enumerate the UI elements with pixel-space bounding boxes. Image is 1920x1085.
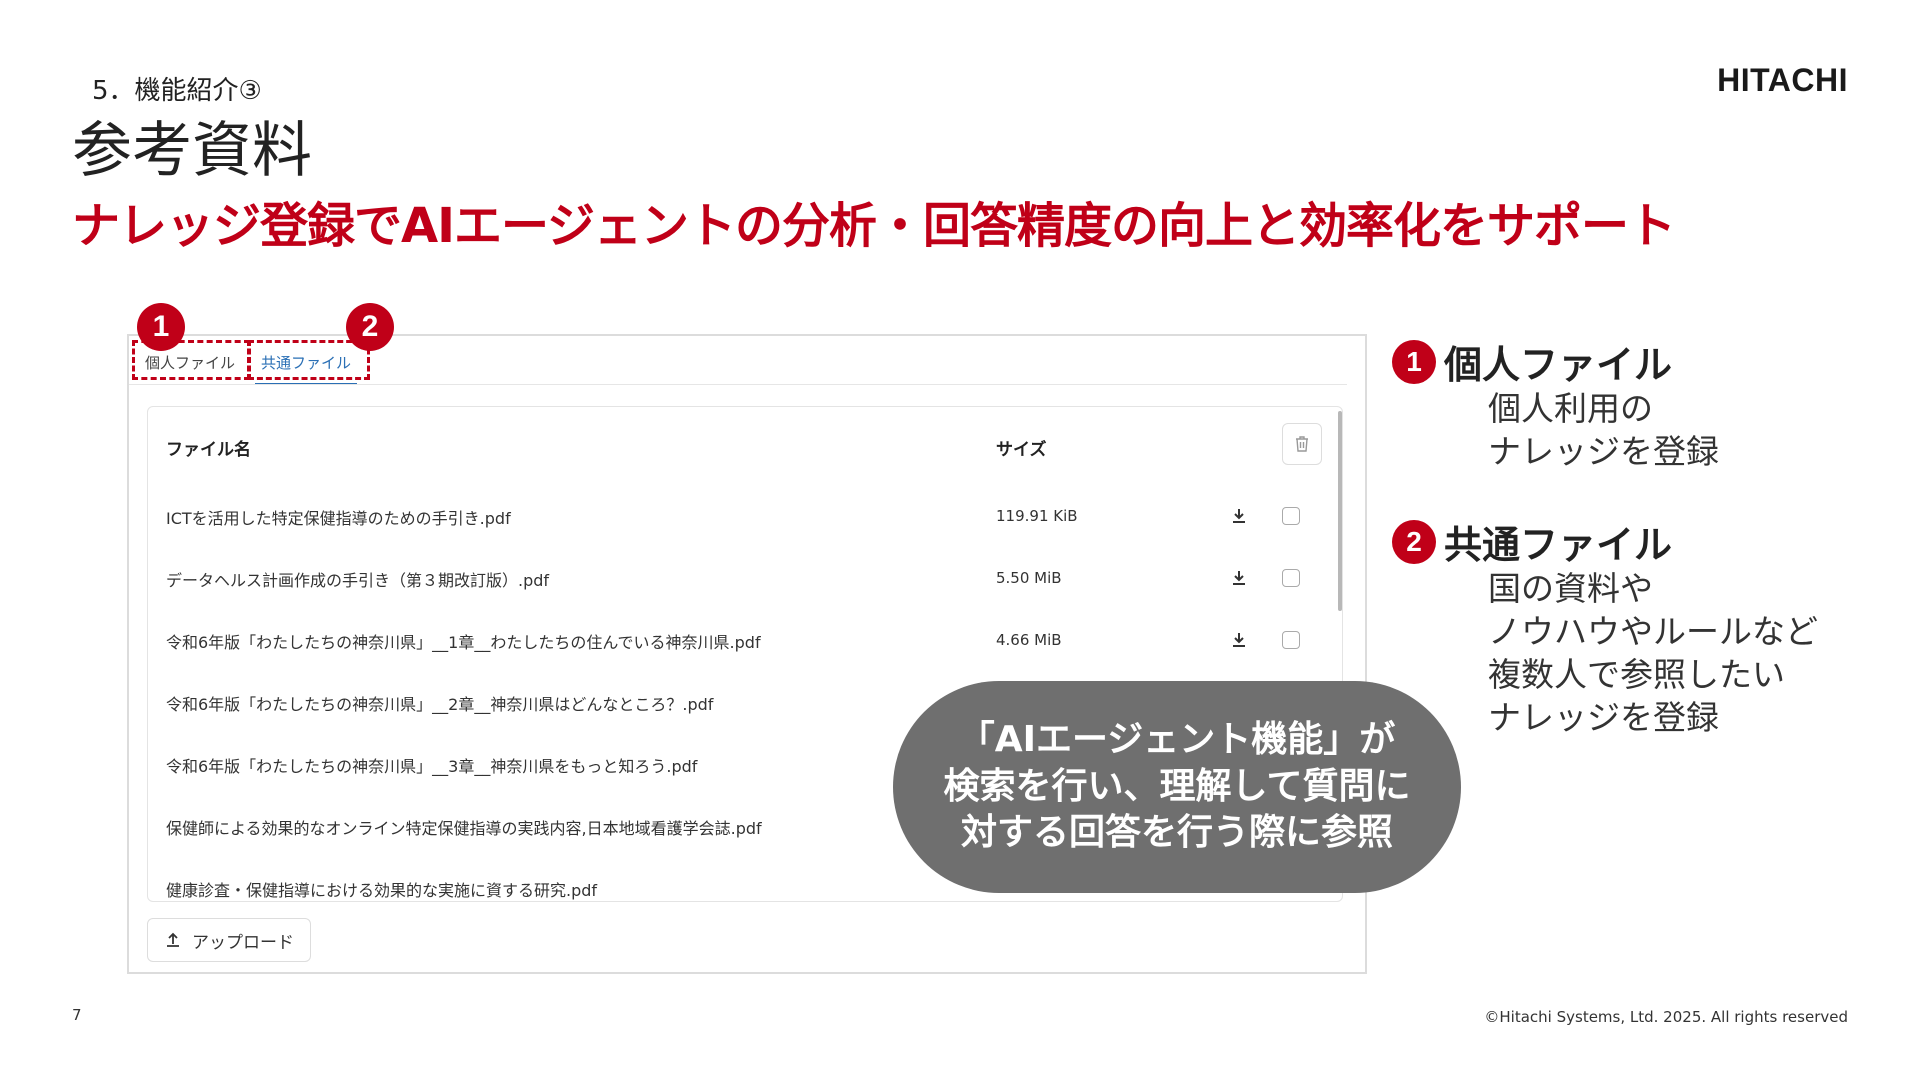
callout-line-3: 対する回答を行う際に参照 xyxy=(960,812,1393,854)
copyright: ©Hitachi Systems, Ltd. 2025. All rights … xyxy=(1484,1008,1848,1026)
legend-line: ナレッジを登録 xyxy=(1488,431,1719,471)
file-size: 4.66 MiB xyxy=(996,631,1062,649)
legend-line: 国の資料や xyxy=(1488,569,1653,608)
table-row: ICTを活用した特定保健指導のための手引き.pdf 119.91 KiB xyxy=(148,487,1342,549)
file-name: 令和6年版「わたしたちの神奈川県」__2章__神奈川県はどんなところ？.pdf xyxy=(166,695,714,714)
row-checkbox[interactable] xyxy=(1282,631,1300,649)
table-header: ファイル名 サイズ xyxy=(148,407,1342,487)
file-size: 119.91 KiB xyxy=(996,507,1078,525)
column-header-size: サイズ xyxy=(996,440,1047,460)
legend-number: 1 xyxy=(1392,340,1436,384)
marker-1: 1 xyxy=(137,303,185,351)
legend-number: 2 xyxy=(1392,520,1436,564)
file-size: 5.50 MiB xyxy=(996,569,1062,587)
row-checkbox[interactable] xyxy=(1282,507,1300,525)
callout-line-1: 「AIエージェント機能」が xyxy=(958,718,1396,760)
marker-2: 2 xyxy=(346,303,394,351)
legend-title: 個人ファイル xyxy=(1444,343,1673,387)
upload-button[interactable]: アップロード xyxy=(147,918,311,962)
legend-line: 複数人で参照したい xyxy=(1488,654,1785,694)
file-name: 保健師による効果的なオンライン特定保健指導の実践内容,日本地域看護学会誌.pdf xyxy=(166,819,762,838)
legend-description: 個人利用の ナレッジを登録 xyxy=(1488,388,1719,474)
page-number: 7 xyxy=(72,1006,82,1024)
column-header-name: ファイル名 xyxy=(166,440,251,460)
file-name: 健康診査・保健指導における効果的な実施に資する研究.pdf xyxy=(166,881,598,900)
trash-icon xyxy=(1296,436,1308,452)
callout-line-2: 検索を行い、理解して質問に xyxy=(943,765,1411,807)
tab-divider xyxy=(129,384,1347,385)
headline: ナレッジ登録でAIエージェントの分析・回答精度の向上と効率化をサポート xyxy=(72,198,1676,254)
callout-bubble: 「AIエージェント機能」が 検索を行い、理解して質問に 対する回答を行う際に参照 xyxy=(893,681,1461,893)
file-name: データヘルス計画作成の手引き（第３期改訂版）.pdf xyxy=(166,571,550,590)
highlight-shared-tab xyxy=(248,340,370,380)
table-row: データヘルス計画作成の手引き（第３期改訂版）.pdf 5.50 MiB xyxy=(148,549,1342,611)
upload-icon xyxy=(167,932,179,947)
delete-button[interactable] xyxy=(1282,423,1322,465)
file-name: 令和6年版「わたしたちの神奈川県」__3章__神奈川県をもっと知ろう.pdf xyxy=(166,757,698,776)
download-icon[interactable] xyxy=(1228,505,1250,527)
download-icon[interactable] xyxy=(1228,629,1250,651)
file-name: ICTを活用した特定保健指導のための手引き.pdf xyxy=(166,509,511,528)
legend-title: 共通ファイル xyxy=(1444,523,1673,567)
legend-description: 国の資料や ノウハウやルールなど 複数人で参照したい ナレッジを登録 xyxy=(1488,568,1818,740)
scrollbar[interactable] xyxy=(1338,411,1342,611)
legend-line: 個人利用の xyxy=(1488,389,1653,428)
file-name: 令和6年版「わたしたちの神奈川県」__1章__わたしたちの住んでいる神奈川県.p… xyxy=(166,633,761,652)
download-icon[interactable] xyxy=(1228,567,1250,589)
row-checkbox[interactable] xyxy=(1282,569,1300,587)
hitachi-logo: HITACHI xyxy=(1717,62,1848,98)
upload-label: アップロード xyxy=(192,932,294,953)
legend-line: ノウハウやルールなど xyxy=(1488,611,1818,651)
page-title: 参考資料 xyxy=(72,116,312,186)
legend-line: ナレッジを登録 xyxy=(1488,697,1719,737)
table-row: 令和6年版「わたしたちの神奈川県」__1章__わたしたちの住んでいる神奈川県.p… xyxy=(148,611,1342,673)
